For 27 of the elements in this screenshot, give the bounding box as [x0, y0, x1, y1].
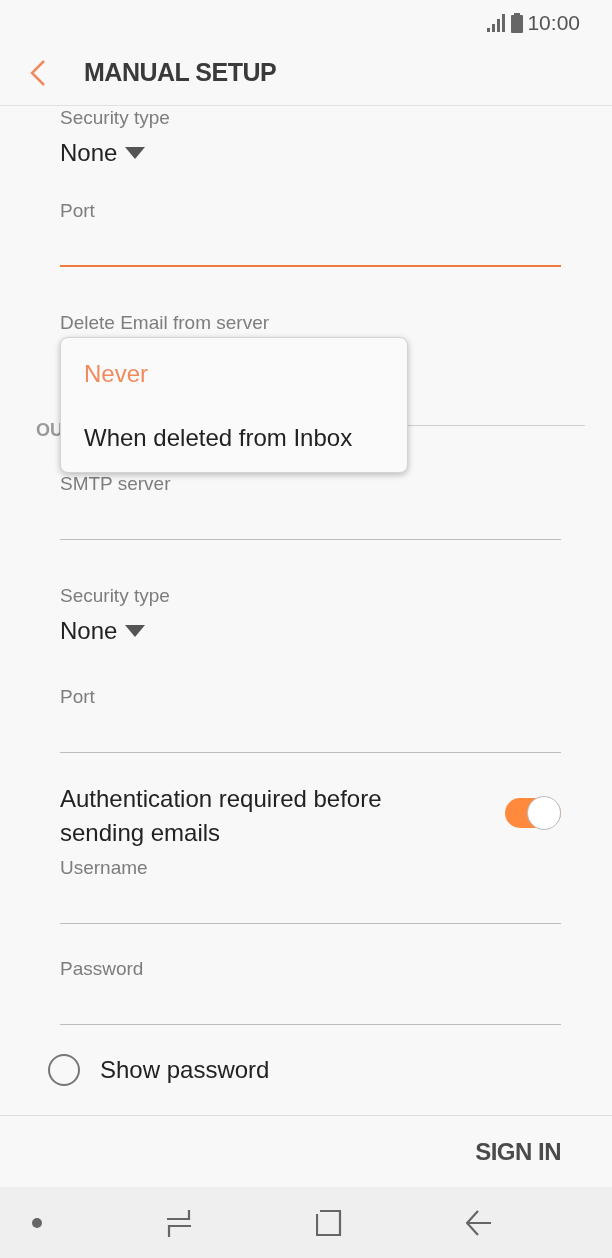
- field-label: Username: [60, 856, 149, 880]
- back-nav-icon[interactable]: [466, 1209, 492, 1236]
- caret-icon: [125, 147, 146, 159]
- field-label: Delete Email from server: [60, 311, 271, 335]
- signal-icon: [487, 14, 508, 32]
- field-label: Security type: [60, 106, 171, 130]
- back-icon[interactable]: [30, 59, 46, 86]
- dropdown[interactable]: None: [60, 616, 146, 646]
- screen-title: MANUAL SETUP: [84, 56, 277, 88]
- recent-apps-icon[interactable]: [166, 1208, 192, 1237]
- field-label: Port: [60, 685, 96, 709]
- home-icon[interactable]: [316, 1209, 342, 1236]
- menu-option[interactable]: When deleted from Inbox: [61, 406, 407, 470]
- field-label: Security type: [60, 584, 171, 608]
- toggle-switch[interactable]: [505, 798, 561, 828]
- field-label: Password: [60, 957, 145, 981]
- field-label: SMTP server: [60, 472, 172, 496]
- sign-in-button[interactable]: SIGN IN: [475, 1133, 561, 1170]
- status-time: 10:00: [527, 10, 580, 37]
- radio-button[interactable]: [48, 1054, 80, 1086]
- field-label: Port: [60, 199, 96, 223]
- dot-icon[interactable]: [32, 1217, 42, 1228]
- dropdown[interactable]: None: [60, 138, 146, 168]
- setting-label: Authentication required before sending emails: [60, 784, 383, 848]
- radio-label: Show password: [100, 1055, 270, 1085]
- caret-icon: [125, 625, 146, 637]
- battery-icon: [511, 13, 524, 33]
